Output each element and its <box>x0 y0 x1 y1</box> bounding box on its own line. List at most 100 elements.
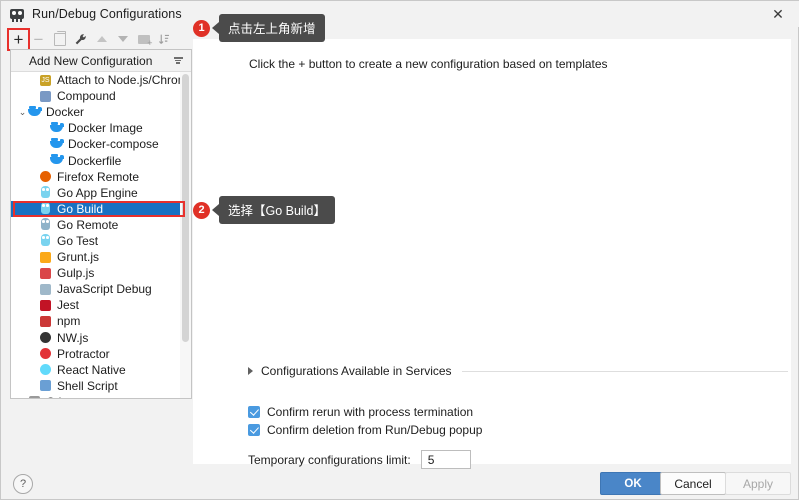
go-build-icon <box>39 202 53 215</box>
services-section-label: Configurations Available in Services <box>261 364 452 378</box>
close-icon[interactable]: ✕ <box>756 1 799 27</box>
confirm-deletion-label: Confirm deletion from Run/Debug popup <box>267 423 483 437</box>
list-item[interactable]: NW.js <box>11 330 191 346</box>
apply-button[interactable]: Apply <box>725 472 791 495</box>
list-item-label: Attach to Node.js/Chrome <box>57 73 191 88</box>
docker-icon <box>28 105 42 119</box>
services-section-header[interactable]: Configurations Available in Services <box>248 364 788 378</box>
list-item[interactable]: Compound <box>11 88 191 104</box>
list-item-label: npm <box>57 314 81 329</box>
list-item[interactable]: Go App Engine <box>11 185 191 201</box>
ok-button[interactable]: OK <box>600 472 666 495</box>
react-native-icon <box>39 363 53 376</box>
annotation-arrow <box>212 204 219 216</box>
docker-icon <box>50 154 64 167</box>
templates-scrollbar[interactable] <box>180 72 191 398</box>
protractor-icon <box>39 347 53 360</box>
nwjs-icon <box>39 331 53 344</box>
run-debug-icon <box>9 6 25 22</box>
annotation-callout-2: 2 选择【Go Build】 <box>193 196 335 224</box>
confirm-rerun-checkbox-row[interactable]: Confirm rerun with process termination <box>248 405 473 419</box>
go-remote-icon <box>39 218 53 231</box>
grunt-icon <box>39 251 53 264</box>
list-item[interactable]: JavaScript Debug <box>11 281 191 297</box>
confirm-rerun-label: Confirm rerun with process termination <box>267 405 474 419</box>
sort-configurations-button[interactable] <box>154 29 175 50</box>
firefox-icon <box>39 170 53 183</box>
copy-configuration-button[interactable] <box>49 29 70 50</box>
confirm-deletion-checkbox[interactable] <box>248 424 260 436</box>
docker-icon <box>50 121 64 135</box>
templates-list[interactable]: JS Attach to Node.js/Chrome Compound ⌄ Docke… <box>11 72 191 398</box>
plus-icon: + <box>13 29 24 49</box>
npm-icon <box>39 315 53 328</box>
list-item-label: Jest <box>57 298 80 313</box>
list-item[interactable]: Shell Script <box>11 378 191 394</box>
shell-script-icon <box>39 379 53 392</box>
nodejs-attach-icon: JS <box>40 74 51 86</box>
go-appengine-icon <box>39 186 53 199</box>
sort-icon[interactable] <box>171 57 185 64</box>
remove-configuration-button[interactable]: − <box>28 29 49 50</box>
docker-icon <box>50 137 64 151</box>
copy-icon <box>53 30 66 46</box>
list-item-label: Firefox Remote <box>57 169 140 184</box>
list-item[interactable]: Go Build <box>11 200 191 217</box>
list-item[interactable]: Go Test <box>11 233 191 249</box>
temporary-limit-row: Temporary configurations limit: 5 <box>248 450 471 469</box>
chevron-down-icon[interactable]: ⌄ <box>17 107 28 118</box>
temporary-limit-input[interactable]: 5 <box>420 450 471 469</box>
gulp-icon <box>39 267 53 280</box>
sort-icon <box>159 34 169 44</box>
help-button[interactable]: ? <box>13 474 33 494</box>
javascript-debug-icon <box>39 283 53 296</box>
add-new-configuration-header: Add New Configuration <box>11 50 191 72</box>
confirm-rerun-checkbox[interactable] <box>248 406 260 418</box>
annotation-arrow <box>212 22 219 34</box>
list-item[interactable]: React Native <box>11 362 191 378</box>
list-item-label: JavaScript Debug <box>57 282 152 297</box>
add-new-configuration-label: Add New Configuration <box>29 53 153 68</box>
list-item[interactable]: Protractor <box>11 346 191 362</box>
annotation-text: 点击左上角新增 <box>219 14 325 42</box>
list-item-label: NW.js <box>57 330 89 345</box>
list-item[interactable]: Docker-compose <box>11 136 191 152</box>
title-bar: Run/Debug Configurations ✕ <box>1 1 799 27</box>
list-item[interactable]: JS Attach to Node.js/Chrome <box>11 72 191 88</box>
move-up-button[interactable] <box>91 29 112 50</box>
list-item-label: Other <box>46 396 76 398</box>
config-toolbar: + − <box>7 27 191 51</box>
folder-add-icon <box>137 34 153 48</box>
move-into-folder-button[interactable] <box>133 29 154 50</box>
move-up-icon <box>96 36 107 42</box>
list-item[interactable]: Firefox Remote <box>11 169 191 185</box>
go-test-icon <box>39 234 53 247</box>
annotation-number: 1 <box>193 19 210 37</box>
list-item[interactable]: Gulp.js <box>11 265 191 281</box>
list-item-label: Go App Engine <box>57 185 138 200</box>
list-item[interactable]: ⌄ Docker <box>11 104 191 120</box>
edit-templates-button[interactable] <box>70 29 91 50</box>
temporary-limit-label: Temporary configurations limit: <box>248 452 411 467</box>
list-item[interactable]: ⌄ Other <box>11 394 191 398</box>
list-item[interactable]: Docker Image <box>11 120 191 136</box>
chevron-down-icon[interactable]: ⌄ <box>17 396 28 398</box>
scrollbar-thumb[interactable] <box>182 74 189 342</box>
move-down-icon <box>117 36 128 42</box>
other-icon <box>28 395 42 398</box>
confirm-deletion-checkbox-row[interactable]: Confirm deletion from Run/Debug popup <box>248 423 482 437</box>
list-item-label: Grunt.js <box>57 250 100 265</box>
move-down-button[interactable] <box>112 29 133 50</box>
cancel-button[interactable]: Cancel <box>660 472 726 495</box>
annotation-callout-1: 1 点击左上角新增 <box>193 14 325 42</box>
empty-state-hint: Click the + button to create a new confi… <box>249 57 608 71</box>
list-item[interactable]: Dockerfile <box>11 152 191 168</box>
list-item-label: Gulp.js <box>57 266 95 281</box>
list-item[interactable]: Go Remote <box>11 217 191 233</box>
annotation-number: 2 <box>193 201 210 219</box>
list-item-label: Docker Image <box>68 121 143 136</box>
list-item[interactable]: Grunt.js <box>11 249 191 265</box>
list-item[interactable]: Jest <box>11 297 191 313</box>
list-item[interactable]: npm <box>11 313 191 329</box>
add-configuration-button[interactable]: + <box>7 27 30 51</box>
